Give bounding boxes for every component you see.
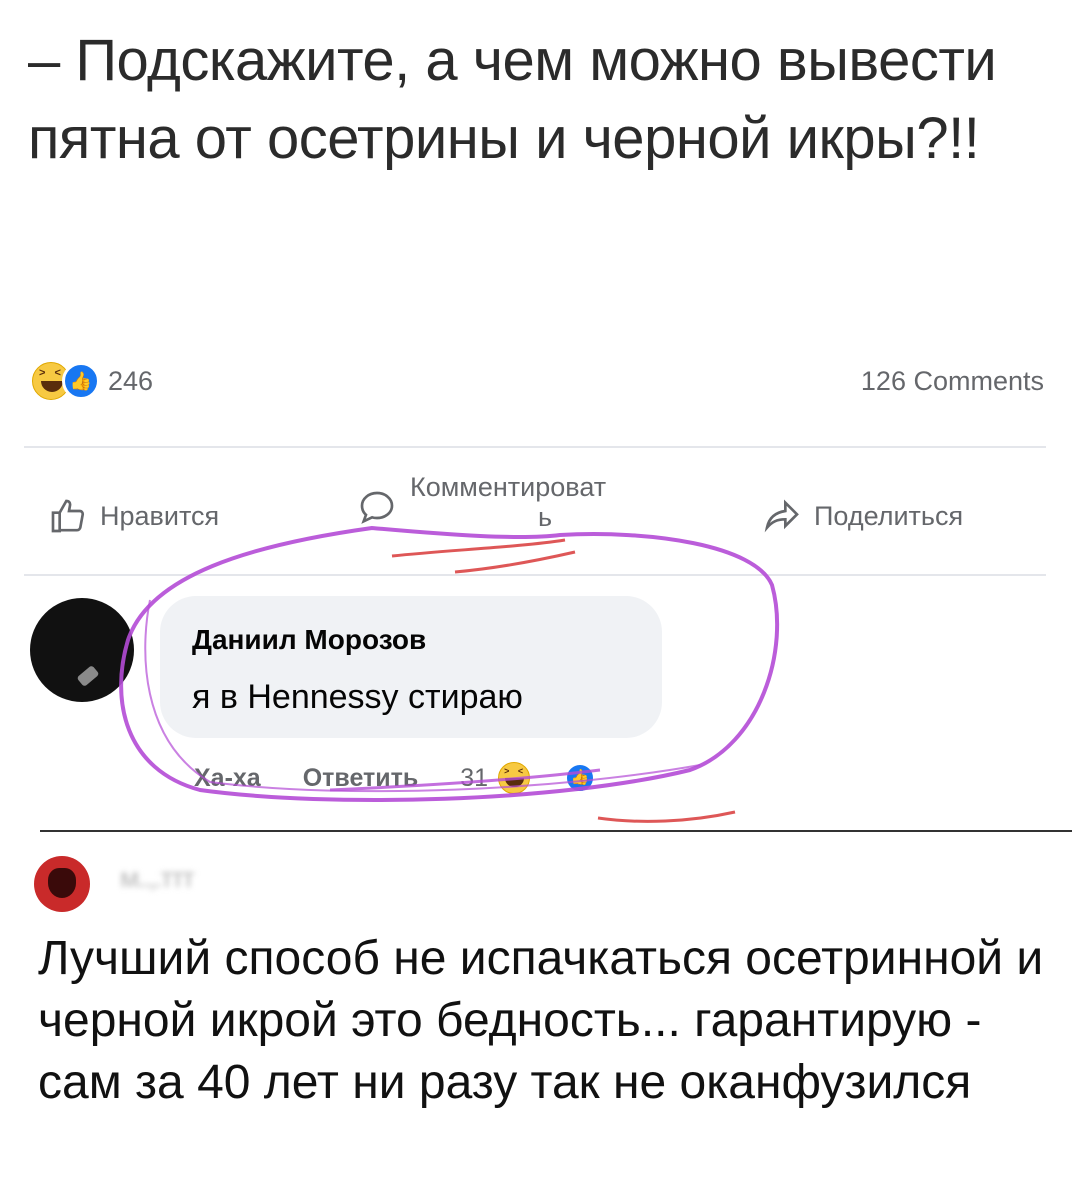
- like-badge-icon: 👍: [62, 362, 100, 400]
- thumbs-up-icon: [51, 499, 85, 533]
- comment-label-wrap: ь: [538, 502, 553, 532]
- post-action-bar: Нравится Комментироват ь Поделиться: [0, 472, 1072, 540]
- like-label: Нравится: [100, 500, 220, 531]
- comment-actions: Ха-ха Ответить 31 👍: [194, 762, 638, 794]
- reply-link[interactable]: Ответить: [303, 764, 419, 793]
- comment-text: я в Hennessy стираю: [192, 678, 523, 716]
- reaction-count: 246: [108, 365, 154, 396]
- share-arrow-icon: [764, 499, 799, 533]
- haha-react-link[interactable]: Ха-ха: [194, 764, 261, 793]
- like-button[interactable]: Нравится: [48, 496, 219, 536]
- comment-label: Комментироват: [410, 472, 607, 502]
- reply-author-avatar[interactable]: [34, 856, 90, 912]
- reply-text: Лучший способ не испачкаться осетринной …: [38, 932, 1044, 1109]
- like-badge-icon: 👍: [564, 762, 597, 794]
- share-button[interactable]: Поделиться: [762, 496, 963, 536]
- reply-author-name[interactable]: м..,.ттт: [120, 862, 320, 893]
- comment-button[interactable]: Комментироват ь: [356, 472, 606, 532]
- marker-underline-comment-2: [454, 550, 576, 574]
- divider-bottom: [24, 574, 1046, 576]
- section-divider: [40, 830, 1072, 832]
- divider-top: [24, 446, 1046, 448]
- marker-underline-count: [597, 810, 736, 823]
- commenter-avatar[interactable]: [30, 598, 134, 702]
- reaction-summary[interactable]: 👍 246: [32, 362, 153, 400]
- marker-underline-comment: [391, 538, 566, 558]
- share-label: Поделиться: [814, 500, 964, 531]
- post-text: – Подскажите, а чем можно вывести пятна …: [28, 28, 997, 171]
- comment-bubble-icon: [360, 491, 394, 524]
- comments-count-link[interactable]: 126 Comments: [861, 366, 1044, 397]
- haha-emoji-icon: [498, 762, 531, 794]
- comment-reactions[interactable]: 👍: [498, 762, 638, 794]
- comment-author[interactable]: Даниил Морозов: [192, 624, 426, 656]
- comment-reaction-count: 31: [460, 763, 489, 792]
